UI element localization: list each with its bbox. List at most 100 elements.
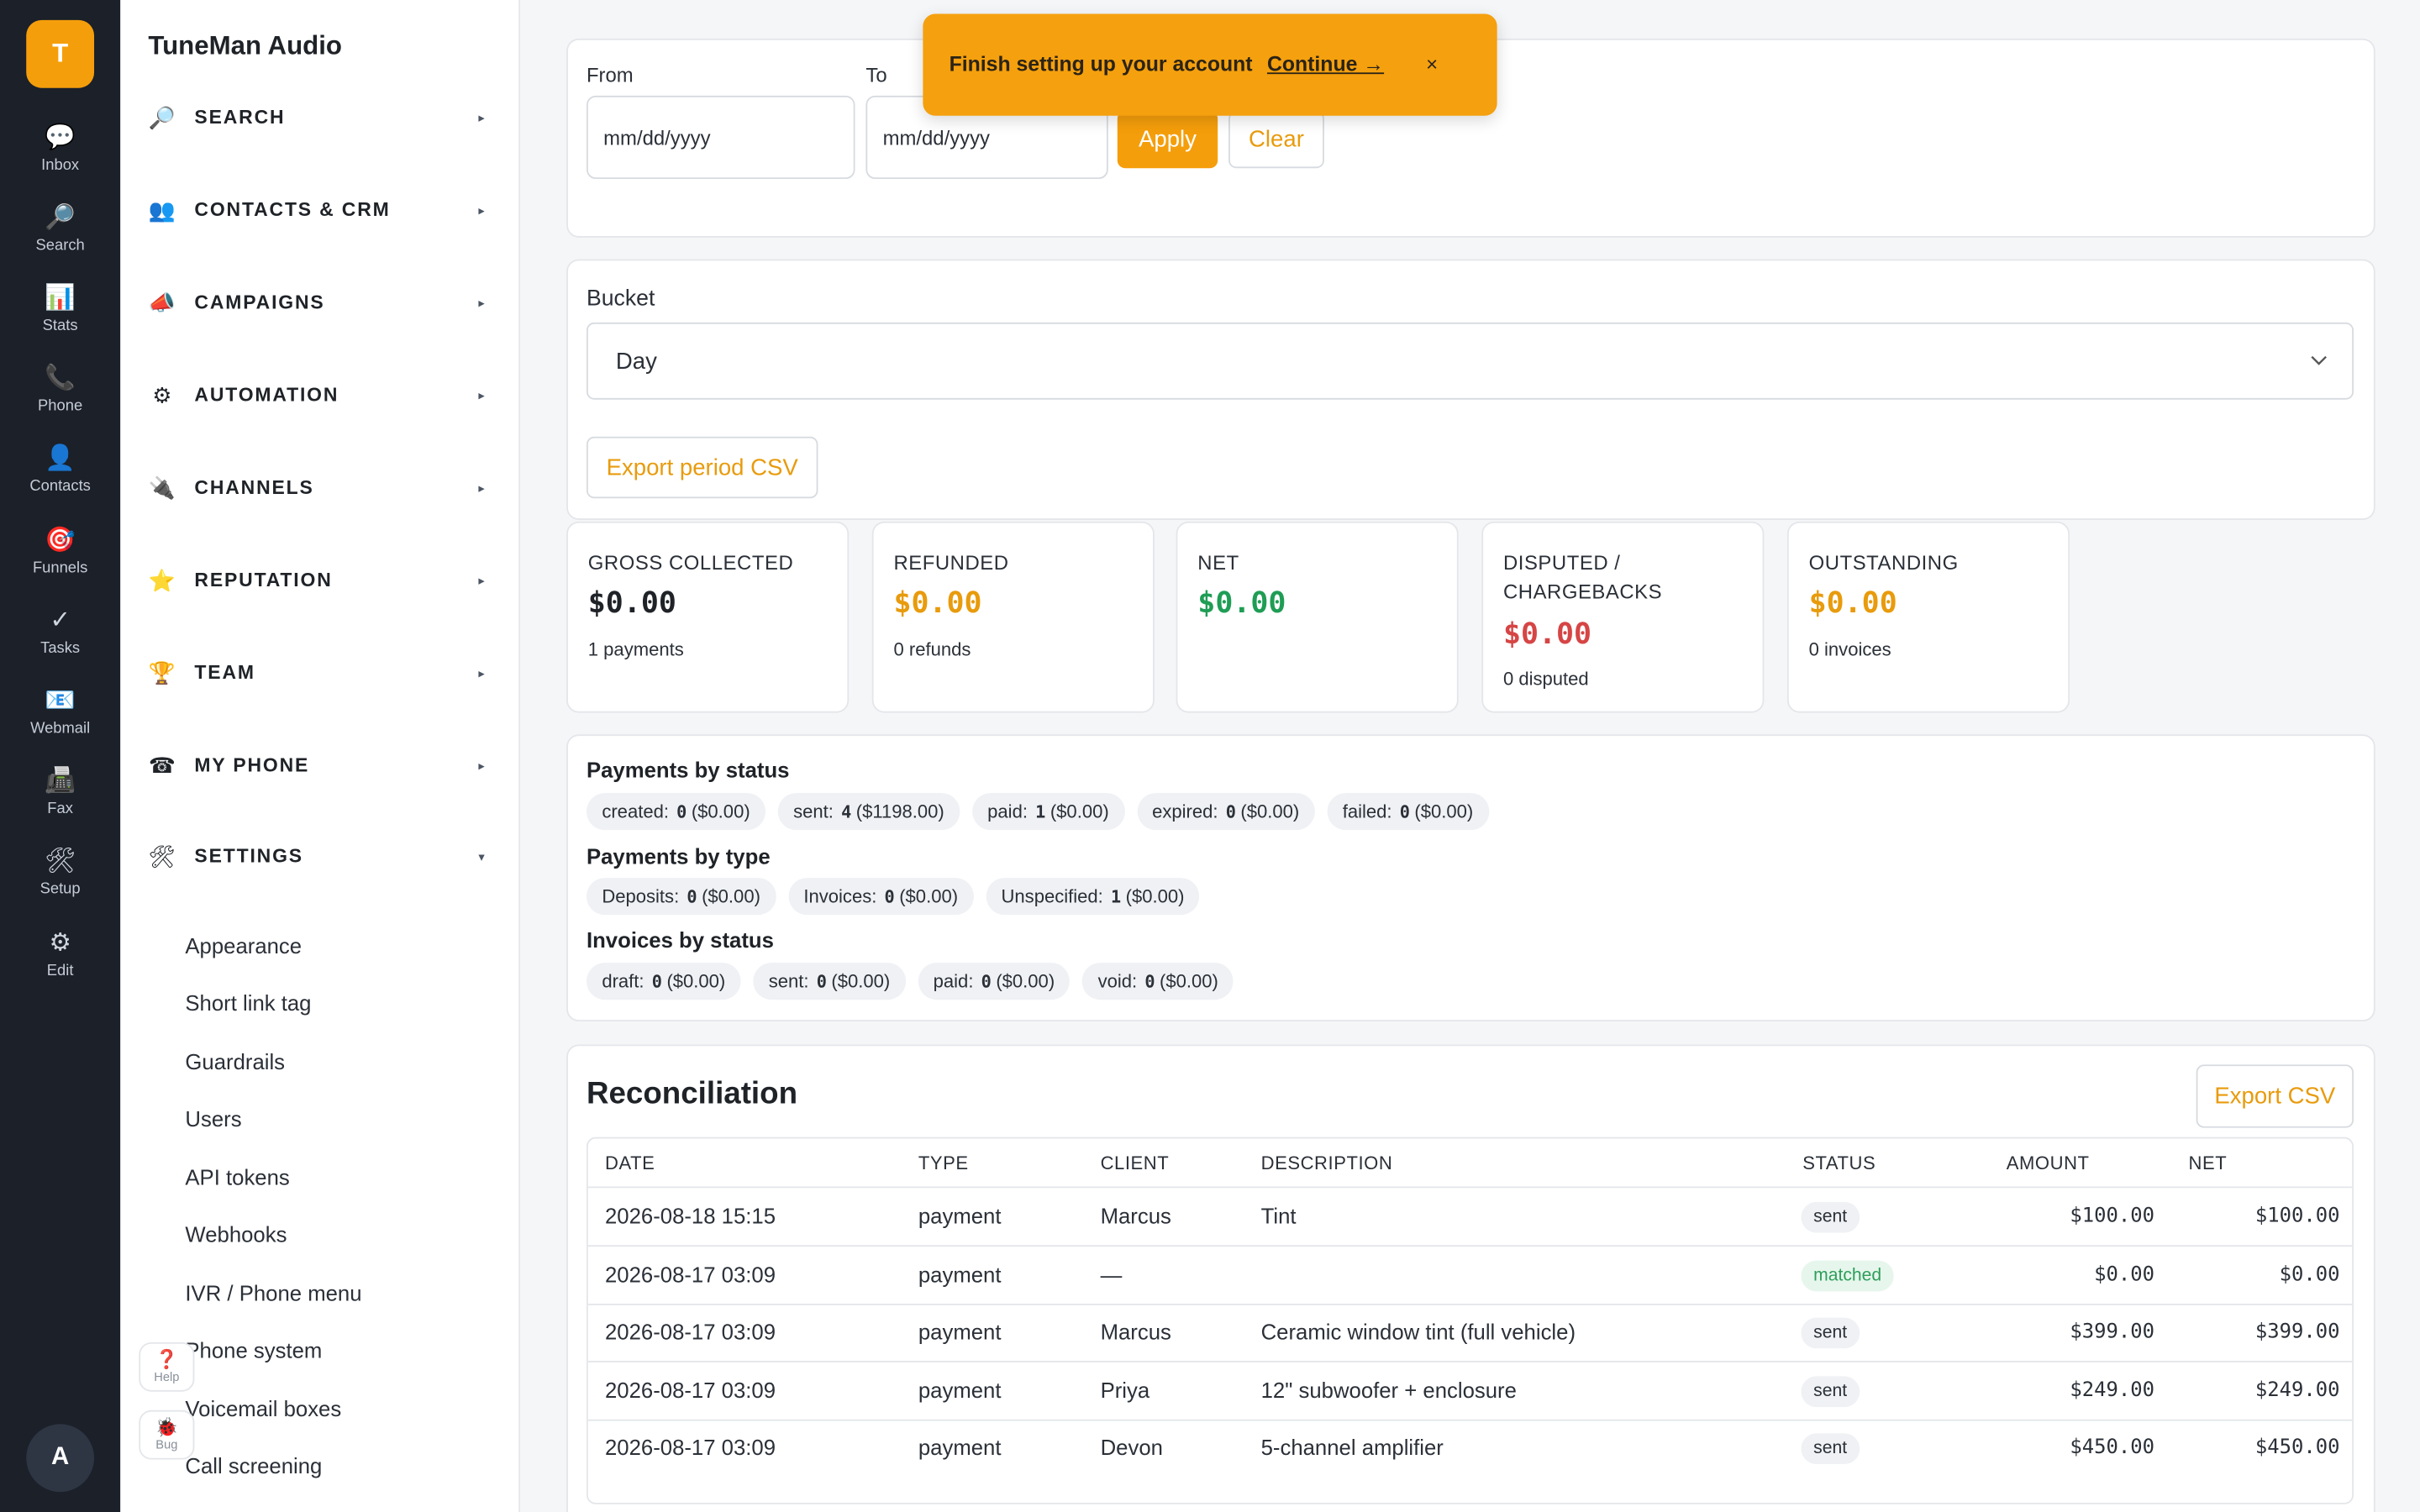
phone-icon: 📞 [45,365,76,392]
clear-button[interactable]: Clear [1228,111,1324,169]
nav-section-settings[interactable]: 🛠 SETTINGS ▾ [120,833,520,879]
cell-date: 2026-08-17 03:09 [604,1435,776,1460]
rail-item-funnels[interactable]: 🎯 Funnels [0,526,120,603]
nav-section-label: CAMPAIGNS [194,291,325,313]
checkmark-icon: ✓ [50,607,71,634]
bar-chart-icon: 📊 [45,285,76,312]
stat-card-net: NET $0.00 [1176,521,1459,713]
cell-date: 2026-08-17 03:09 [604,1262,776,1287]
cell-net: $100.00 [2254,1205,2340,1229]
caret-right-icon: ▸ [478,573,485,587]
chip-amount: ($0.00) [996,970,1055,993]
export-csv-button[interactable]: Export CSV [2196,1064,2354,1128]
rail-item-setup[interactable]: 🛠 Setup [0,847,120,924]
rail-item-webmail[interactable]: 📧 Webmail [0,686,120,764]
stat-title: GROSS COLLECTED [587,550,794,575]
rail-item-fax[interactable]: 📠 Fax [0,767,120,844]
settings-item-webhooks[interactable]: Webhooks [185,1222,287,1247]
chip-name: sent: [768,970,809,993]
table-row[interactable]: 2026-08-17 03:09 payment Devon 5-channel am… [588,1420,2352,1478]
close-icon[interactable]: × [1426,52,1438,76]
rail-item-edit[interactable]: ⚙ Edit [0,929,120,1006]
cell-client: Devon [1100,1435,1163,1460]
table-row[interactable]: 2026-08-17 03:09 payment Priya 12" subwoofe… [587,1362,2353,1421]
rail-item-label: Funnels [32,559,88,577]
column-header-net[interactable]: NET [2188,1152,2227,1174]
chip-count: 0 [687,886,697,907]
cell-client: Priya [1100,1378,1150,1403]
settings-item-voicemail-boxes[interactable]: Voicemail boxes [185,1396,341,1420]
settings-item-phone-system[interactable]: Phone system [185,1337,322,1362]
nav-section-search[interactable]: 🔎 SEARCH ▸ [120,94,520,140]
caret-right-icon: ▸ [478,110,485,124]
workspace-logo[interactable]: T [26,19,95,88]
nav-section-label: REPUTATION [194,569,333,591]
column-header-date[interactable]: DATE [605,1152,655,1174]
rail-item-phone[interactable]: 📞 Phone [0,364,120,441]
stat-subtext: 0 invoices [1808,638,1891,661]
settings-item-short-link-tag[interactable]: Short link tag [185,990,311,1015]
settings-item-api-tokens[interactable]: API tokens [185,1165,289,1189]
chip-name: draft: [602,970,644,993]
settings-item-users[interactable]: Users [185,1106,241,1131]
settings-item-ivr-phone-menu[interactable]: IVR / Phone menu [185,1280,361,1305]
nav-section-my-phone[interactable]: ☎ MY PHONE ▸ [120,742,520,788]
stat-value: $0.00 [1502,617,1592,652]
rail-item-search[interactable]: 🔎 Search [0,203,120,281]
chip-count: 4 [841,801,852,822]
column-header-description[interactable]: DESCRIPTION [1261,1152,1393,1174]
from-label: From [586,63,634,87]
bucket-selected-value: Day [615,348,657,375]
status-chip: paid: 1 ($0.00) [971,793,1125,831]
from-date-input[interactable]: mm/dd/yyyy [586,95,855,180]
rail-item-label: Edit [46,963,74,980]
rail-item-tasks[interactable]: ✓ Tasks [0,606,120,684]
toast-continue-link[interactable]: Continue → [1267,52,1384,76]
cell-net: $450.00 [2254,1436,2340,1460]
cell-amount: $100.00 [2070,1205,2155,1229]
cell-amount: $0.00 [2094,1263,2155,1287]
nav-section-campaigns[interactable]: 📣 CAMPAIGNS ▸ [120,279,520,325]
column-header-amount[interactable]: AMOUNT [2007,1152,2090,1174]
help-button[interactable]: ❓ Help [139,1341,195,1392]
apply-button[interactable]: Apply [1117,111,1218,169]
column-header-status[interactable]: STATUS [1802,1152,1876,1174]
table-row[interactable]: 2026-08-17 03:09 payment Marcus Ceramic win… [587,1304,2353,1362]
user-avatar[interactable]: A [26,1424,95,1493]
settings-item-guardrails[interactable]: Guardrails [185,1049,285,1074]
left-rail: T 💬 Inbox 🔎 Search 📊 Stats 📞 Phone 👤 Contacts 🎯 Fun… [0,0,121,1512]
nav-section-automation[interactable]: ⚙ AUTOMATION ▸ [120,372,520,418]
rail-item-inbox[interactable]: 💬 Inbox [0,123,120,201]
rail-item-contacts[interactable]: 👤 Contacts [0,444,120,522]
target-icon: 🎯 [45,528,76,554]
stat-card-disputed-chargebacks: DISPUTED / CHARGEBACKS $0.00 0 disputed [1481,521,1765,713]
chip-amount: ($0.00) [1160,970,1218,993]
export-period-csv-button[interactable]: Export period CSV [586,436,818,499]
chip-amount: ($0.00) [691,801,750,822]
table-row[interactable]: 2026-08-18 15:15 payment Marcus Tint sent $10… [587,1188,2353,1247]
bug-button[interactable]: 🐞 Bug [139,1410,195,1460]
status-chip: void: 0 ($0.00) [1082,963,1234,1000]
nav-section-team[interactable]: 🏆 TEAM ▸ [120,649,520,696]
stat-value: $0.00 [893,585,982,621]
bucket-select[interactable]: Day [586,322,2354,400]
chip-count: 0 [1144,971,1155,992]
chip-amount: ($0.00) [1414,801,1474,822]
payments-by-type-chips: Deposits: 0 ($0.00) Invoices: 0 ($0.00) Unspec… [586,878,1200,916]
column-header-type[interactable]: TYPE [918,1152,969,1174]
table-header: DATE TYPE CLIENT DESCRIPTION STATUS AMOUNT NET [587,1139,2353,1189]
stat-value: $0.00 [587,585,676,621]
settings-item-call-screening[interactable]: Call screening [185,1453,322,1478]
stat-title: OUTSTANDING [1808,550,1959,575]
table-row[interactable]: 2026-08-17 03:09 payment — matched $0.00 $0.0… [587,1247,2353,1305]
nav-section-contacts-crm[interactable]: 👥 CONTACTS & CRM ▸ [120,186,520,233]
stat-title: NET [1197,550,1239,575]
nav-section-channels[interactable]: 🔌 CHANNELS ▸ [120,465,520,511]
column-header-client[interactable]: CLIENT [1101,1152,1170,1174]
settings-item-appearance[interactable]: Appearance [185,933,302,958]
rail-item-stats[interactable]: 📊 Stats [0,284,120,361]
chip-count: 0 [884,886,895,907]
nav-section-reputation[interactable]: ⭐ REPUTATION ▸ [120,557,520,603]
stat-subtext: 0 disputed [1502,668,1589,690]
cell-date: 2026-08-17 03:09 [604,1319,776,1344]
